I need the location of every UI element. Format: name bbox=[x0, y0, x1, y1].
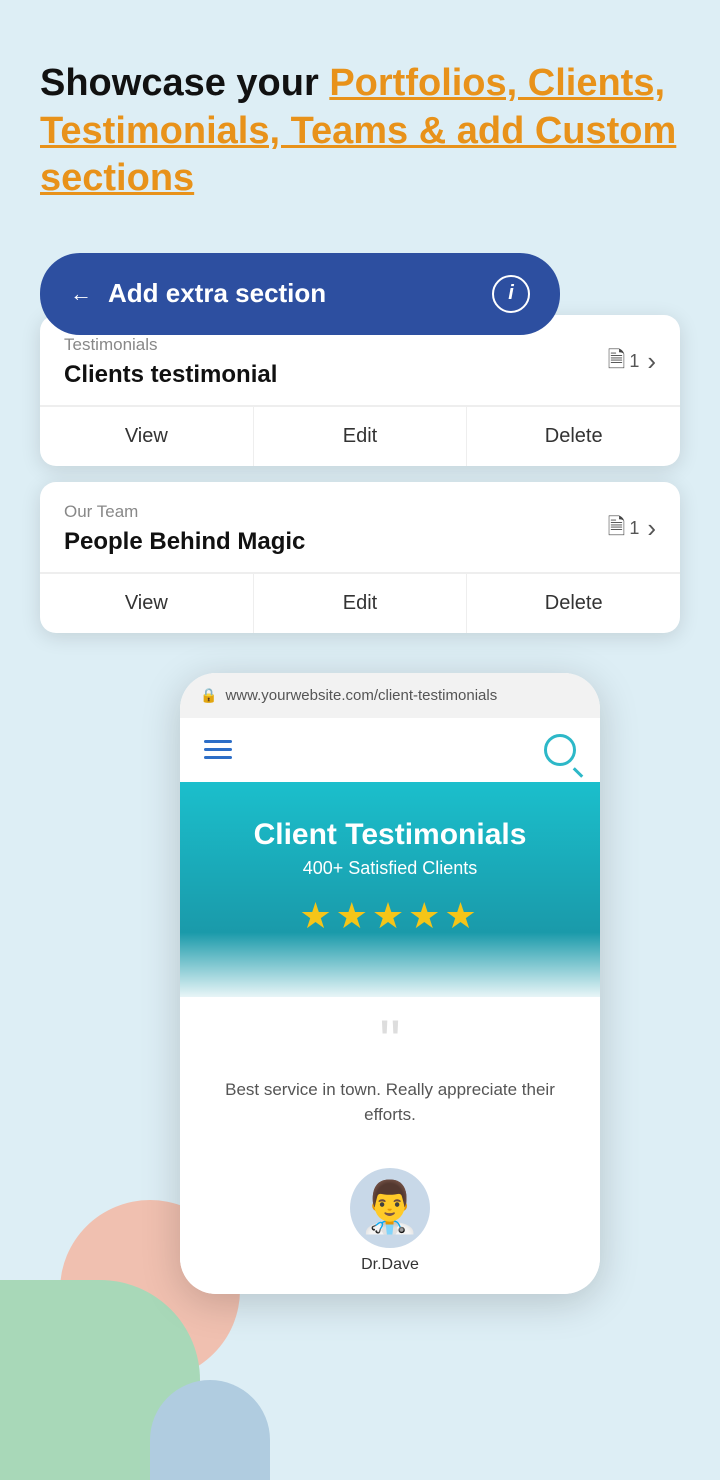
testimonials-edit-button[interactable]: Edit bbox=[254, 407, 468, 466]
chevron-right-icon-2[interactable]: › bbox=[647, 513, 656, 544]
our-team-delete-button[interactable]: Delete bbox=[467, 574, 680, 633]
phone-navbar bbox=[180, 718, 600, 782]
chevron-right-icon[interactable]: › bbox=[647, 346, 656, 377]
quote-section: " Best service in town. Really appreciat… bbox=[180, 997, 600, 1168]
our-team-card: Our Team People Behind Magic 🗎 1 › View … bbox=[40, 482, 680, 633]
card-type-testimonials: Testimonials bbox=[64, 335, 277, 355]
count-badge-our-team: 🗎 1 bbox=[608, 510, 640, 548]
quote-text: Best service in town. Really appreciate … bbox=[210, 1077, 570, 1128]
section-cards-container: Testimonials Clients testimonial 🗎 1 › V… bbox=[40, 315, 680, 633]
avatar: 👨‍⚕️ bbox=[350, 1168, 430, 1248]
phone-screen: Client Testimonials 400+ Satisfied Clien… bbox=[180, 718, 600, 1294]
info-icon[interactable]: i bbox=[492, 275, 530, 313]
avatar-name: Dr.Dave bbox=[361, 1256, 419, 1274]
page-headline: Showcase your Portfolios, Clients, Testi… bbox=[40, 60, 680, 203]
count-badge-testimonials: 🗎 1 bbox=[608, 343, 640, 381]
add-section-bar[interactable]: ← Add extra section i bbox=[40, 253, 560, 335]
add-section-label: Add extra section bbox=[108, 278, 326, 309]
document-icon: 🗎 bbox=[608, 343, 626, 381]
testimonials-card: Testimonials Clients testimonial 🗎 1 › V… bbox=[40, 315, 680, 466]
back-arrow-icon[interactable]: ← bbox=[70, 281, 92, 307]
search-icon[interactable] bbox=[544, 734, 576, 766]
testimonials-banner: Client Testimonials 400+ Satisfied Clien… bbox=[180, 782, 600, 997]
hamburger-menu-icon[interactable] bbox=[204, 740, 232, 759]
banner-subtitle: 400+ Satisfied Clients bbox=[200, 858, 580, 879]
phone-url: www.yourwebsite.com/client-testimonials bbox=[225, 687, 497, 704]
phone-address-bar: 🔒 www.yourwebsite.com/client-testimonial… bbox=[180, 673, 600, 718]
document-icon-2: 🗎 bbox=[608, 510, 626, 548]
card-title-our-team: People Behind Magic bbox=[64, 528, 305, 556]
card-title-testimonials: Clients testimonial bbox=[64, 361, 277, 389]
our-team-card-actions: View Edit Delete bbox=[40, 573, 680, 633]
testimonials-card-actions: View Edit Delete bbox=[40, 406, 680, 466]
banner-title: Client Testimonials bbox=[200, 818, 580, 852]
card-type-our-team: Our Team bbox=[64, 502, 305, 522]
doctor-avatar-icon: 👨‍⚕️ bbox=[359, 1178, 421, 1237]
testimonials-delete-button[interactable]: Delete bbox=[467, 407, 680, 466]
our-team-view-button[interactable]: View bbox=[40, 574, 254, 633]
avatar-section: 👨‍⚕️ Dr.Dave bbox=[180, 1168, 600, 1294]
our-team-edit-button[interactable]: Edit bbox=[254, 574, 468, 633]
lock-icon: 🔒 bbox=[200, 687, 217, 704]
star-rating: ★★★★★ bbox=[200, 895, 580, 937]
quote-marks: " bbox=[210, 1021, 570, 1063]
testimonials-view-button[interactable]: View bbox=[40, 407, 254, 466]
phone-mockup: 🔒 www.yourwebsite.com/client-testimonial… bbox=[180, 673, 680, 1294]
